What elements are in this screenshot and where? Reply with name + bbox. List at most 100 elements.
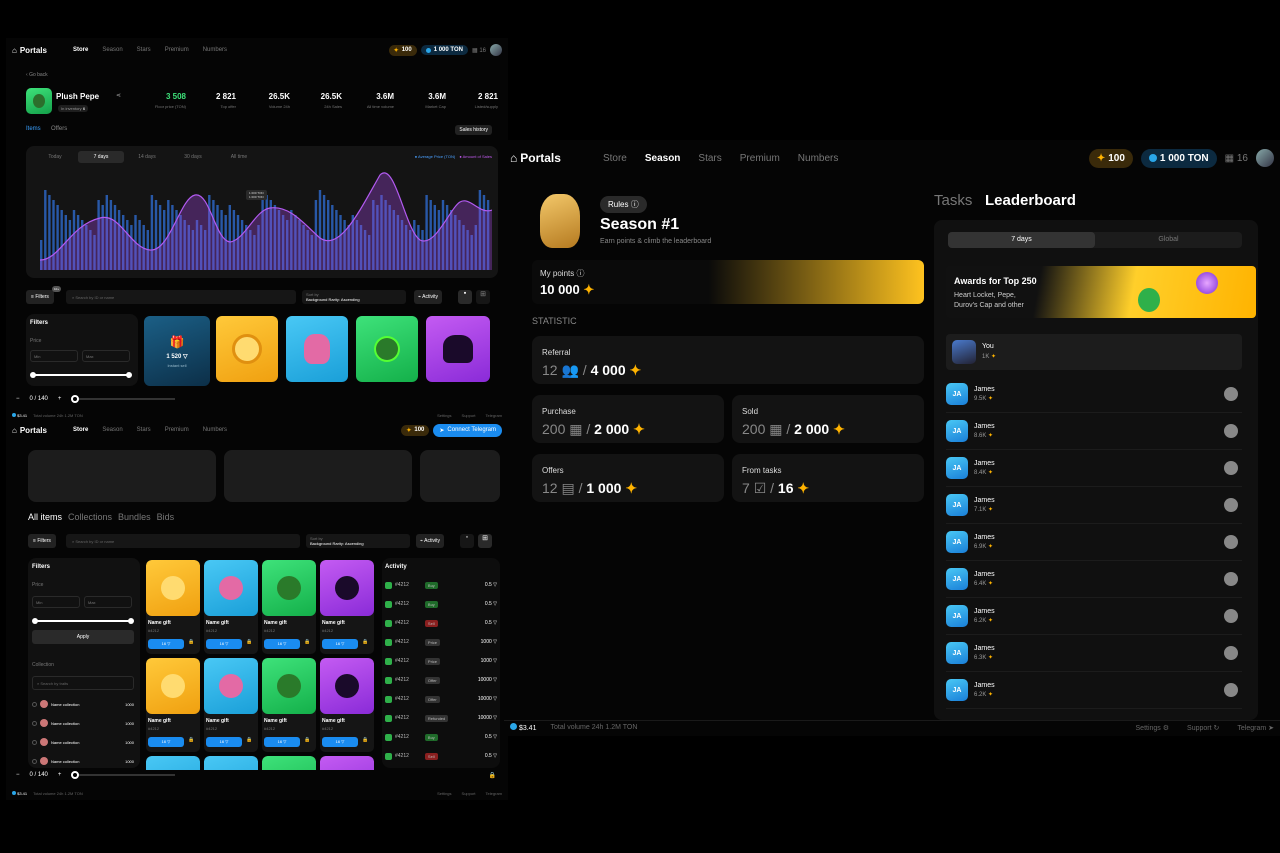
leaderboard-row[interactable]: JA James 6.3K ✦: [946, 635, 1242, 672]
trait-search-input[interactable]: ⌕ Search by traits: [32, 676, 134, 690]
min-input[interactable]: Min: [30, 350, 78, 362]
activity-button[interactable]: ⌁ Activity: [416, 534, 444, 548]
logo[interactable]: ⌂ Portals: [12, 46, 47, 55]
filters-button[interactable]: ≡ Filters: [28, 534, 56, 548]
lock-icon[interactable]: 🔒: [362, 737, 368, 743]
activity-row[interactable]: #4212 Refunded 10000 ▽: [385, 709, 497, 727]
activity-row[interactable]: #4212 Price 1000 ▽: [385, 633, 497, 651]
you-row[interactable]: You 1K ✦: [946, 334, 1242, 370]
telegram-link[interactable]: Telegram ➤: [1237, 724, 1274, 732]
gift-card[interactable]: Name gift #4212 16 ▽ 🔒: [146, 560, 200, 654]
slider-handle-max[interactable]: [128, 618, 134, 624]
price-range-slider[interactable]: [30, 372, 132, 378]
search-input[interactable]: ⌕ Search by ID or name: [66, 290, 296, 304]
buy-button[interactable]: 16 ▽: [206, 639, 242, 649]
grid-large-toggle[interactable]: ▪: [460, 534, 474, 548]
grid-small-toggle[interactable]: ⊞: [478, 534, 492, 548]
buy-button[interactable]: 16 ▽: [322, 737, 358, 747]
tab-leaderboard[interactable]: Leaderboard: [985, 192, 1076, 209]
ton-balance[interactable]: 1 000 TON: [1140, 148, 1217, 168]
gift-card[interactable]: Name gift #4212 16 ▽ 🔒: [262, 560, 316, 654]
nav-store[interactable]: Store: [73, 47, 88, 53]
collection-row[interactable]: Name collection 1000: [32, 698, 134, 710]
filters-button[interactable]: ≡ Filters: [26, 290, 54, 304]
settings-link[interactable]: Settings ⚙: [1136, 724, 1170, 732]
buy-button[interactable]: 16 ▽: [206, 737, 242, 747]
leaderboard-row[interactable]: JA James 6.2K ✦: [946, 598, 1242, 635]
nav-store[interactable]: Store: [603, 153, 627, 164]
page-slider[interactable]: [71, 395, 176, 403]
sort-select[interactable]: Sort by Background Rarity: Ascending: [302, 290, 406, 304]
activity-row[interactable]: #4212 Price 1000 ▽: [385, 652, 497, 670]
leaderboard-row[interactable]: JA James 8.4K ✦: [946, 450, 1242, 487]
nav-store[interactable]: Store: [73, 427, 88, 433]
nav-season[interactable]: Season: [102, 427, 122, 433]
buy-button[interactable]: 16 ▽: [148, 639, 184, 649]
avatar[interactable]: [490, 44, 502, 56]
buy-button[interactable]: 16 ▽: [264, 639, 300, 649]
tab-bundles[interactable]: Bundles: [118, 512, 151, 522]
zoom-out-button[interactable]: −: [16, 772, 20, 778]
nav-stars[interactable]: Stars: [137, 47, 151, 53]
tab-items[interactable]: Items: [26, 126, 41, 132]
grid-large-toggle[interactable]: ▪: [458, 290, 472, 304]
gift-card[interactable]: [426, 316, 490, 382]
banner[interactable]: [420, 450, 500, 502]
gift-counter[interactable]: ▦ 16: [1225, 153, 1248, 164]
range-7-days[interactable]: 7 days: [78, 151, 124, 163]
lb-range-7-days[interactable]: 7 days: [948, 232, 1095, 248]
nav-premium[interactable]: Premium: [165, 47, 189, 53]
activity-button[interactable]: ⌁ Activity: [414, 290, 442, 304]
gift-card[interactable]: Name gift #4212 16 ▽ 🔒: [262, 658, 316, 752]
settings-link[interactable]: Settings: [437, 413, 451, 418]
grid-small-toggle[interactable]: ⊞: [476, 290, 490, 304]
nav-stars[interactable]: Stars: [137, 427, 151, 433]
range-14-days[interactable]: 14 days: [124, 151, 170, 163]
support-link[interactable]: Support: [462, 413, 476, 418]
connect-telegram-button[interactable]: ➤ Connect Telegram: [433, 423, 502, 437]
checkbox[interactable]: [32, 739, 37, 745]
lock-icon[interactable]: 🔒: [188, 639, 194, 645]
checkbox[interactable]: [32, 701, 37, 707]
tab-offers[interactable]: Offers: [51, 126, 67, 132]
nav-premium[interactable]: Premium: [740, 153, 780, 164]
inventory-badge[interactable]: In inventory 6: [58, 105, 89, 112]
lock-icon[interactable]: 🔒: [188, 737, 194, 743]
stars-balance[interactable]: ✦ 100: [388, 44, 417, 56]
gift-card[interactable]: Name gift #4212 16 ▽ 🔒: [204, 560, 258, 654]
max-input[interactable]: Max: [82, 350, 130, 362]
awards-banner[interactable]: Awards for Top 250 Heart Locket, Pepe, D…: [946, 266, 1256, 318]
lock-icon[interactable]: 🔒: [246, 737, 252, 743]
nav-numbers[interactable]: Numbers: [798, 153, 839, 164]
stars-balance[interactable]: ✦ 100: [401, 424, 430, 436]
share-icon[interactable]: ⋖: [116, 92, 121, 99]
range-all-time[interactable]: All time: [216, 151, 262, 163]
collection-row[interactable]: Name collection 1000: [32, 755, 134, 767]
nav-numbers[interactable]: Numbers: [203, 47, 227, 53]
page-slider-handle[interactable]: [71, 771, 80, 779]
lb-range-global[interactable]: Global: [1095, 232, 1242, 248]
leaderboard-row[interactable]: JA James 7.1K ✦: [946, 487, 1242, 524]
support-link[interactable]: Support: [462, 791, 476, 796]
min-input[interactable]: Min: [32, 596, 80, 608]
gift-card[interactable]: Name gift #4212 16 ▽ 🔒: [320, 658, 374, 752]
max-input[interactable]: Max: [84, 596, 132, 608]
sales-history-button[interactable]: Sales history: [455, 125, 492, 135]
zoom-out-button[interactable]: −: [16, 396, 20, 402]
slider-handle-max[interactable]: [126, 372, 132, 378]
lock-icon[interactable]: 🔒: [304, 737, 310, 743]
tab-tasks[interactable]: Tasks: [934, 192, 972, 209]
slider-handle-min[interactable]: [32, 618, 38, 624]
range-today[interactable]: Today: [32, 151, 78, 163]
lock-icon[interactable]: 🔒: [489, 772, 496, 779]
gift-card[interactable]: Name gift #4212 16 ▽ 🔒: [146, 658, 200, 752]
avatar[interactable]: [1256, 149, 1274, 167]
nav-season[interactable]: Season: [645, 153, 681, 164]
activity-row[interactable]: #4212 Sell 0.5 ▽: [385, 614, 497, 632]
activity-row[interactable]: #4212 Buy 0.5 ▽: [385, 728, 497, 746]
zoom-in-button[interactable]: +: [58, 772, 62, 778]
settings-link[interactable]: Settings: [437, 791, 451, 796]
price-range-slider[interactable]: [32, 618, 134, 624]
zoom-in-button[interactable]: +: [58, 396, 62, 402]
gift-card[interactable]: [216, 316, 278, 382]
